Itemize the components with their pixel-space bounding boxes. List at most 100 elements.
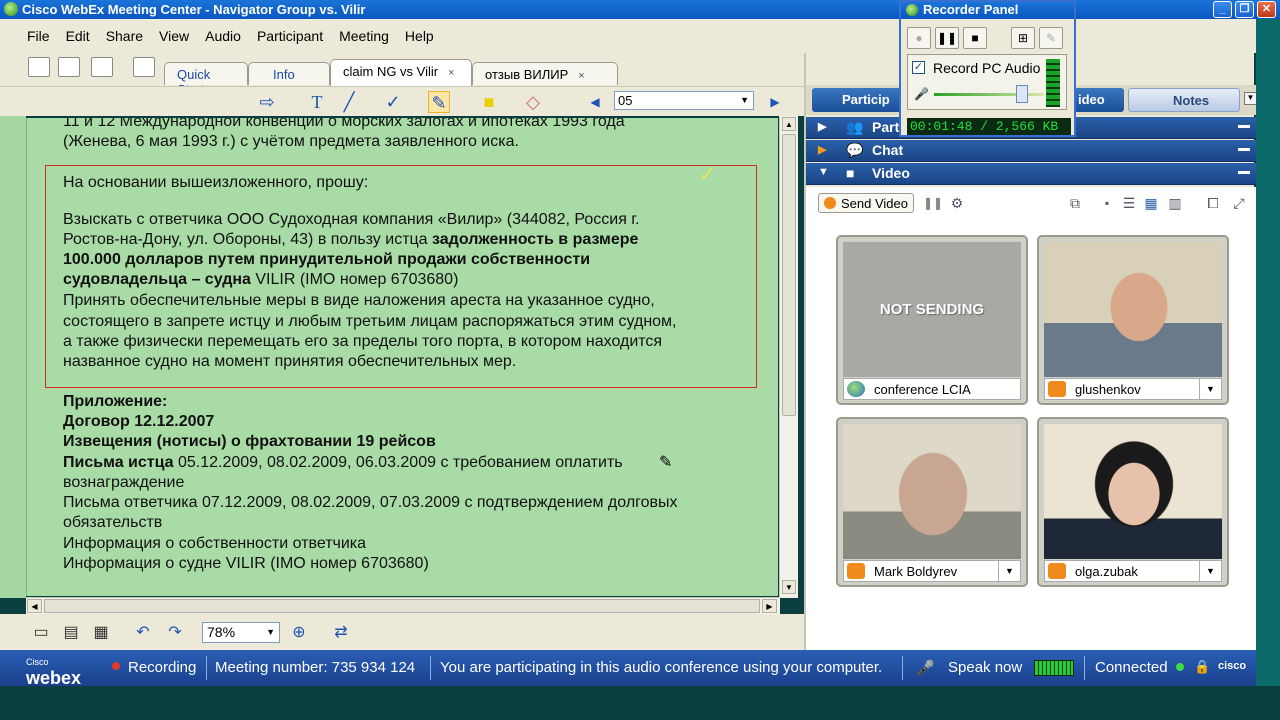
zoom-in-icon[interactable]: ⊕ <box>288 622 310 644</box>
video-panel-tab[interactable]: ideo <box>1074 88 1124 112</box>
doc-line: названное судно на момент принятия обесп… <box>63 353 517 370</box>
document-vertical-scrollbar[interactable]: ▲ ▼ <box>779 116 798 598</box>
sync-display-icon[interactable]: ⇄ <box>330 622 352 644</box>
record-button[interactable]: ● <box>907 27 931 49</box>
appendix-item: Договор 12.12.2007 <box>63 413 215 430</box>
doc-line: 100.000 долларов путем принудительной пр… <box>63 251 591 268</box>
menu-audio[interactable]: Audio <box>205 28 241 44</box>
whiteboard-icon[interactable] <box>133 57 155 77</box>
scroll-left-icon[interactable]: ◀ <box>27 599 42 613</box>
tab-info[interactable]: Info <box>248 62 330 85</box>
pause-video-icon[interactable]: ❚❚ <box>922 192 944 214</box>
panel-view-icon[interactable]: ▦ <box>90 622 112 644</box>
video-layout-icon[interactable]: ⧉ <box>1064 192 1086 214</box>
rotate-left-icon[interactable]: ↶ <box>132 622 154 644</box>
tab-quick-start[interactable]: Quick Start <box>164 62 248 97</box>
new-doc-icon[interactable] <box>28 57 50 77</box>
menu-file[interactable]: File <box>27 28 50 44</box>
share-desktop-icon[interactable] <box>91 57 113 77</box>
close-button[interactable]: ✕ <box>1257 1 1276 18</box>
fullscreen-view-icon[interactable]: ▭ <box>30 622 52 644</box>
fullscreen-video-icon[interactable]: ⤢ <box>1228 192 1250 214</box>
pen-cursor-icon: ✎ <box>659 454 673 471</box>
minimize-section-icon[interactable] <box>1238 171 1250 174</box>
scroll-down-icon[interactable]: ▼ <box>782 580 796 594</box>
pointer-arrow-icon[interactable]: ⇨ <box>256 91 278 113</box>
popout-icon[interactable]: ⧠ <box>1202 192 1224 214</box>
recorder-edit-icon[interactable]: ✎ <box>1039 27 1063 49</box>
tab-close-icon[interactable]: × <box>448 67 454 79</box>
page-select[interactable]: 05 ▼ <box>614 91 754 110</box>
scroll-thumb[interactable] <box>44 599 760 613</box>
video-tile[interactable]: NOT SENDING conference LCIA <box>836 235 1028 405</box>
desktop-background <box>1256 19 1280 686</box>
layout-grid-large-icon[interactable]: ▥ <box>1164 192 1186 214</box>
doc-top-line: 11 и 12 Международной конвенции о морски… <box>63 118 625 130</box>
webex-logo-icon <box>4 2 18 16</box>
video-tile[interactable]: olga.zubak ▼ <box>1037 417 1229 587</box>
minimize-section-icon[interactable] <box>1238 125 1250 128</box>
notes-panel-tab[interactable]: Notes <box>1128 88 1240 112</box>
minimize-section-icon[interactable] <box>1238 148 1250 151</box>
line-tool-icon[interactable]: ╱ <box>338 91 360 113</box>
camera-icon <box>824 197 836 209</box>
maximize-button[interactable]: ❐ <box>1235 1 1254 18</box>
annotation-check-icon: ✓ <box>699 164 716 186</box>
minimize-button[interactable]: _ <box>1213 1 1232 18</box>
menu-help[interactable]: Help <box>405 28 434 44</box>
document-horizontal-scrollbar[interactable]: ◀ ▶ <box>26 597 780 614</box>
speak-now-label: Speak now <box>948 659 1023 676</box>
stop-button[interactable]: ■ <box>963 27 987 49</box>
tab-close-icon[interactable]: × <box>578 70 584 82</box>
menu-share[interactable]: Share <box>106 28 143 44</box>
divider <box>902 656 903 680</box>
rotate-right-icon[interactable]: ↷ <box>164 622 186 644</box>
layout-grid-icon[interactable]: ▦ <box>1140 192 1162 214</box>
video-section-header[interactable]: ▼ ■ Video <box>806 163 1256 185</box>
next-page-icon[interactable]: ▶ <box>764 91 786 113</box>
window-title: Cisco WebEx Meeting Center - Navigator G… <box>22 2 366 17</box>
menu-edit[interactable]: Edit <box>66 28 90 44</box>
video-tile-label: glushenkov ▼ <box>1044 378 1222 400</box>
expand-icon: ▶ <box>818 144 827 156</box>
menu-view[interactable]: View <box>159 28 189 44</box>
color-fill-icon[interactable]: ■ <box>478 91 500 113</box>
zoom-select[interactable]: 78% ▼ <box>202 622 280 643</box>
previous-page-icon[interactable]: ◀ <box>584 91 606 113</box>
chat-section-header[interactable]: ▶ 💬 Chat <box>806 140 1256 162</box>
shared-document[interactable]: 11 и 12 Международной конвенции о морски… <box>26 118 778 596</box>
send-video-button[interactable]: Send Video <box>818 193 914 213</box>
pen-tool-icon[interactable]: ✎ <box>428 91 450 113</box>
chevron-down-icon[interactable]: ▼ <box>1199 561 1221 581</box>
video-tile[interactable]: glushenkov ▼ <box>1037 235 1229 405</box>
thumbnail-view-icon[interactable]: ▤ <box>60 622 82 644</box>
title-bar: Cisco WebEx Meeting Center - Navigator G… <box>0 0 1280 19</box>
scroll-right-icon[interactable]: ▶ <box>762 599 777 613</box>
video-settings-icon[interactable]: ⚙ <box>946 192 968 214</box>
document-gutter <box>0 116 26 598</box>
tab-otzyv-vilir[interactable]: отзыв ВИЛИР × <box>472 62 618 85</box>
pause-button[interactable]: ❚❚ <box>935 27 959 49</box>
recorder-settings-icon[interactable]: ⊞ <box>1011 27 1035 49</box>
meeting-number: Meeting number: 735 934 124 <box>215 659 416 676</box>
scroll-up-icon[interactable]: ▲ <box>782 117 796 131</box>
scroll-thumb[interactable] <box>782 134 796 416</box>
chevron-down-icon[interactable]: ▼ <box>998 561 1020 581</box>
record-pc-audio-checkbox[interactable]: ✓ <box>912 61 925 74</box>
menu-participant[interactable]: Participant <box>257 28 323 44</box>
eraser-icon[interactable]: ◇ <box>522 91 544 113</box>
menu-meeting[interactable]: Meeting <box>339 28 389 44</box>
chevron-down-icon[interactable]: ▼ <box>1199 379 1221 399</box>
layout-single-icon[interactable]: ▪ <box>1096 192 1118 214</box>
layout-list-icon[interactable]: ☰ <box>1118 192 1140 214</box>
status-bar: Cisco webex Recording Meeting number: 735… <box>0 650 1256 687</box>
video-tile[interactable]: Mark Boldyrev ▼ <box>836 417 1028 587</box>
volume-slider-knob[interactable] <box>1016 85 1028 103</box>
microphone-icon[interactable]: 🎤 <box>916 659 935 677</box>
share-windows-icon[interactable] <box>58 57 80 77</box>
text-tool-icon[interactable]: T <box>306 91 328 113</box>
check-tool-icon[interactable]: ✓ <box>382 91 404 113</box>
tab-claim-ng-vs-vilir[interactable]: claim NG vs Vilir × <box>330 59 472 86</box>
appendix-item: Письма истца 05.12.2009, 08.02.2009, 06.… <box>63 454 623 471</box>
participant-video-feed <box>1044 424 1222 559</box>
